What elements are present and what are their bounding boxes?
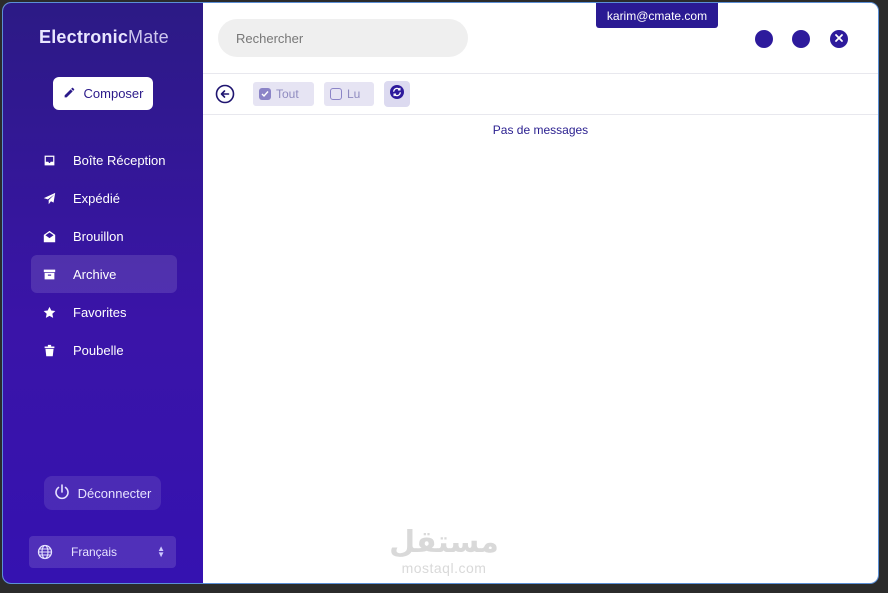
watermark-arabic: مستقل <box>389 525 499 560</box>
empty-state-message: Pas de messages <box>492 123 589 137</box>
globe-icon <box>37 544 53 560</box>
watermark-latin: mostaql.com <box>401 560 487 576</box>
close-icon <box>834 30 844 48</box>
sidebar-item-label: Expédié <box>73 190 120 206</box>
checkbox-unchecked-icon <box>330 88 342 100</box>
folder-nav: Boîte Réception Expédié Brouillon Archiv… <box>31 141 177 369</box>
sidebar-item-label: Boîte Réception <box>73 152 166 168</box>
pencil-icon <box>63 86 76 102</box>
app-window: ElectronicMate Composer Boîte Réception … <box>3 3 878 583</box>
filter-read-label: Lu <box>347 87 361 101</box>
refresh-button[interactable] <box>384 81 410 107</box>
compose-label: Composer <box>83 86 144 101</box>
app-logo: ElectronicMate <box>39 27 169 47</box>
sidebar-item-trash[interactable]: Poubelle <box>31 331 177 369</box>
sidebar-item-label: Poubelle <box>73 342 124 358</box>
envelope-open-icon <box>42 229 56 243</box>
filter-all-label: Tout <box>276 87 299 101</box>
sidebar-item-favorites[interactable]: Favorites <box>31 293 177 331</box>
back-button[interactable] <box>215 84 235 104</box>
sidebar-item-drafts[interactable]: Brouillon <box>31 217 177 255</box>
sidebar-item-label: Favorites <box>73 304 127 320</box>
search-input[interactable] <box>218 19 468 57</box>
mostaql-watermark: مستقل mostaql.com <box>388 525 500 577</box>
trash-icon <box>42 343 56 357</box>
sidebar-item-label: Brouillon <box>73 228 124 244</box>
maximize-button[interactable] <box>792 30 810 48</box>
sidebar-item-inbox[interactable]: Boîte Réception <box>31 141 177 179</box>
filter-read-checkbox[interactable]: Lu <box>324 82 374 106</box>
select-caret-icon: ▲ ▼ <box>157 544 165 559</box>
compose-button[interactable]: Composer <box>53 77 153 110</box>
logout-label: Déconnecter <box>77 485 152 501</box>
checkbox-checked-icon <box>259 88 271 100</box>
language-value: Français <box>71 545 118 559</box>
refresh-icon <box>389 84 405 105</box>
star-icon <box>42 305 56 319</box>
sidebar: ElectronicMate Composer Boîte Réception … <box>3 3 203 583</box>
send-icon <box>42 191 56 205</box>
message-toolbar: Tout Lu <box>203 74 878 115</box>
power-icon <box>54 483 70 503</box>
user-email-badge: karim@cmate.com <box>596 3 718 28</box>
inbox-icon <box>42 153 56 167</box>
filter-all-checkbox[interactable]: Tout <box>253 82 314 106</box>
language-select[interactable]: Français ▲ ▼ <box>29 536 176 568</box>
archive-icon <box>42 267 56 281</box>
arrow-left-circle-icon <box>215 84 235 108</box>
sidebar-item-sent[interactable]: Expédié <box>31 179 177 217</box>
logout-button[interactable]: Déconnecter <box>44 476 161 510</box>
sidebar-item-label: Archive <box>73 266 117 282</box>
top-bar: karim@cmate.com <box>203 3 878 74</box>
close-button[interactable] <box>830 30 848 48</box>
minimize-button[interactable] <box>755 30 773 48</box>
sidebar-item-archive[interactable]: Archive <box>31 255 177 293</box>
